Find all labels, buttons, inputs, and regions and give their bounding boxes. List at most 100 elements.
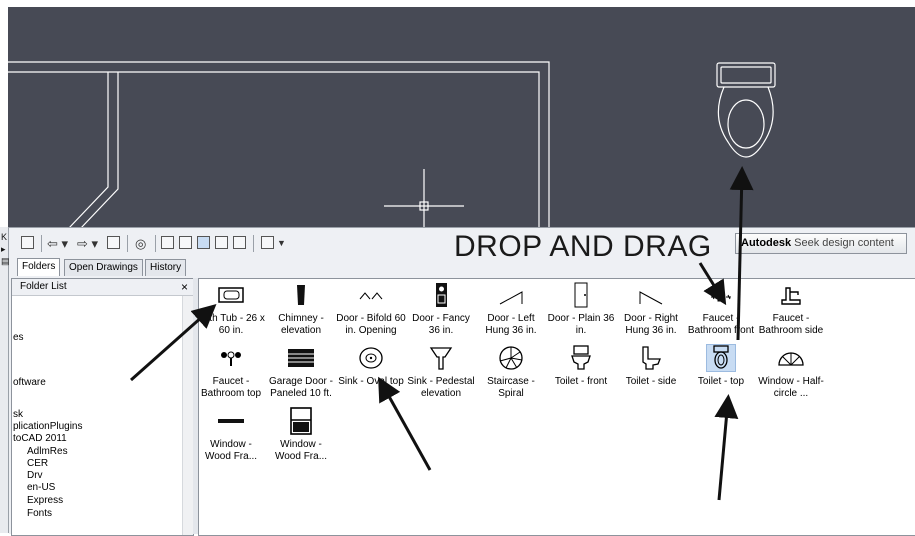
item-label: Door - Fancy 36 in. [412,313,470,336]
folder-item[interactable]: CER [27,458,48,469]
item-label: Chimney - elevation [278,313,324,336]
folder-item[interactable]: Drv [27,470,43,481]
faucet-side-icon [777,282,805,308]
item-label: Door - Bifold 60 in. Opening [336,313,406,336]
item-label: Door - Right Hung 36 in. [624,313,678,336]
strip-glyph-1: K [1,232,8,242]
window-wood-icon [217,408,245,434]
faucet-top-icon [217,345,245,371]
wall-left-inner [79,72,119,230]
toolbar-separator [253,235,254,252]
content-item[interactable]: Staircase - Spiral [476,345,546,400]
content-item[interactable]: Sink - Pedestal elevation [406,345,476,400]
window-halfcircle-icon [777,345,805,371]
item-label: Sink - Pedestal elevation [407,376,475,399]
toilet-top-icon [706,344,736,372]
content-item[interactable]: Window - Wood Fra... [196,408,266,463]
content-item-selected[interactable]: Toilet - top [686,344,756,388]
content-item[interactable]: Toilet - front [546,345,616,388]
faucet-front-icon [707,282,735,308]
seek-design-content-button[interactable]: Autodesk Seek design content [735,233,907,254]
item-label: Window - Wood Fra... [204,439,258,462]
content-item[interactable]: Faucet - Bathroom side [756,282,826,337]
content-item[interactable]: Door - Right Hung 36 in. [616,282,686,337]
item-label: Faucet - Bathroom side [758,313,824,336]
folder-item[interactable]: plicationPlugins [13,421,83,432]
content-item[interactable]: Door - Bifold 60 in. Opening [336,282,406,337]
sink-oval-icon [357,345,385,371]
content-item[interactable]: Window - Wood Fra... [266,407,336,463]
palette-titlebar[interactable]: K ▸ ▤ [0,227,10,533]
folder-item[interactable]: Express [27,495,63,506]
item-label: Window - Half-circle ... [758,376,824,399]
toilet-drawing [716,62,776,158]
toilet-side-icon [637,345,665,371]
strip-glyph-2[interactable]: ▸ [1,245,6,254]
item-label: Sink - Oval top [338,376,404,387]
search-icon[interactable]: ◎ [135,235,146,252]
tab-open-drawings[interactable]: Open Drawings [64,259,143,276]
toolbar: ⇦ ▾ ⇨ ▾ ◎ ▼ DROP AND DRAG Autodesk Seek … [9,228,915,263]
item-label: Bath Tub - 26 x 60 in. [197,313,265,336]
door-plain-icon [567,282,595,308]
tab-history[interactable]: History [145,259,187,276]
door-right-icon [637,282,665,308]
folder-list-pane: Folder List × es oftware sk plicationPlu… [11,278,194,536]
back-icon[interactable]: ⇦ ▾ [47,235,68,252]
folder-item[interactable]: Fonts [27,508,52,519]
content-item[interactable]: Sink - Oval top [336,345,406,388]
top-strip [0,0,915,7]
folder-item[interactable]: sk [13,409,23,420]
garage-door-icon [287,345,315,371]
forward-icon[interactable]: ⇨ ▾ [77,235,98,252]
content-item[interactable]: Door - Fancy 36 in. [406,282,476,337]
folder-item[interactable]: en-US [27,482,55,493]
drop-and-drag-caption: DROP AND DRAG [454,230,712,263]
close-icon[interactable]: × [181,279,188,295]
chimney-icon [287,282,315,308]
load-icon[interactable] [21,236,34,249]
folder-list-header: Folder List × [12,279,193,296]
staircase-spiral-icon [497,345,525,371]
content-item[interactable]: Window - Half-circle ... [756,345,826,400]
views-dropdown-icon[interactable]: ▼ [277,235,286,252]
folder-item[interactable]: es [13,332,24,343]
folder-item[interactable]: oftware [13,377,46,388]
content-item[interactable]: Door - Plain 36 in. [546,282,616,337]
wall-outer [8,61,550,229]
door-left-icon [497,282,525,308]
preview-icon[interactable] [215,236,228,249]
door-bifold-icon [357,282,385,308]
description-icon[interactable] [233,236,246,249]
content-item[interactable]: Door - Left Hung 36 in. [476,282,546,337]
home-icon[interactable] [179,236,192,249]
sink-pedestal-icon [427,345,455,371]
item-label: Window - Wood Fra... [274,439,328,462]
bathtub-icon [217,282,245,308]
content-item[interactable]: Garage Door - Paneled 10 ft. [266,345,336,400]
item-label: Door - Plain 36 in. [547,313,615,336]
folder-list-title: Folder List [20,281,67,292]
seek-label: Seek design content [791,237,894,249]
content-item[interactable]: Toilet - side [616,345,686,388]
design-center-palette: ⇦ ▾ ⇨ ▾ ◎ ▼ DROP AND DRAG Autodesk Seek … [9,227,915,536]
tree-view-toggle-icon[interactable] [197,236,210,249]
item-label: Door - Left Hung 36 in. [485,313,537,336]
toolbar-separator [41,235,42,252]
content-item[interactable]: Faucet - Bathroom front [686,282,756,337]
folder-item[interactable]: toCAD 2011 [13,433,67,444]
item-label: Toilet - front [554,376,608,387]
item-label: Faucet - Bathroom top [200,376,262,399]
folder-item[interactable]: AdlmRes [27,446,68,457]
content-item[interactable]: Faucet - Bathroom top [196,345,266,400]
favorites-icon[interactable] [161,236,174,249]
content-item[interactable]: Bath Tub - 26 x 60 in. [196,282,266,337]
toolbar-separator [127,235,128,252]
tab-folders[interactable]: Folders [17,258,61,276]
item-label: Toilet - side [625,376,677,387]
views-icon[interactable] [261,236,274,249]
door-fancy-icon [427,282,455,308]
content-item[interactable]: Chimney - elevation [266,282,336,337]
item-label: Garage Door - Paneled 10 ft. [269,376,333,399]
up-icon[interactable] [107,236,120,249]
